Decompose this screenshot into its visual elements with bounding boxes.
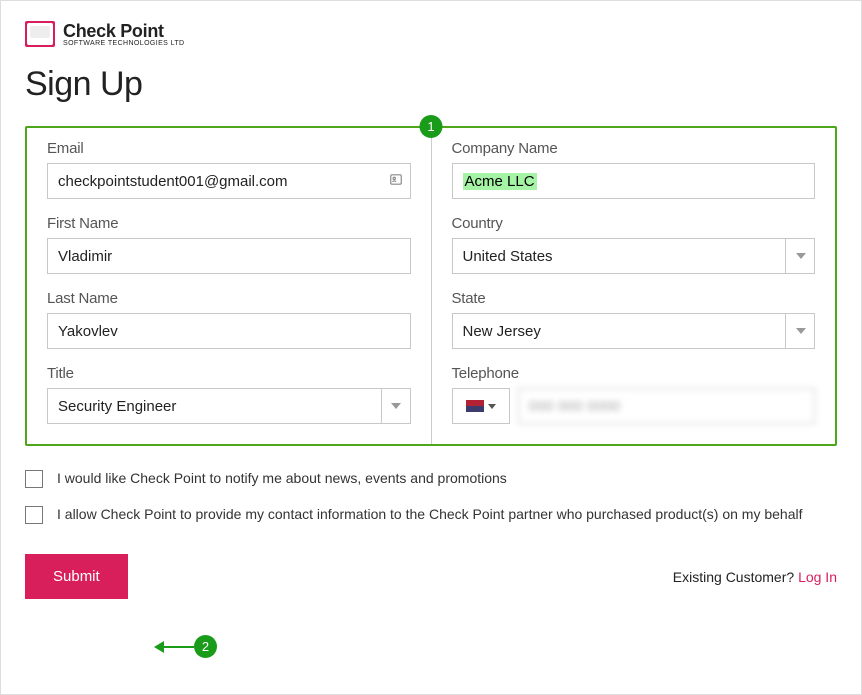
- partner-checkbox-label: I allow Check Point to provide my contac…: [57, 506, 803, 522]
- country-select-value: United States: [463, 248, 553, 265]
- existing-customer-text: Existing Customer? Log In: [673, 569, 837, 585]
- state-select[interactable]: New Jersey: [452, 313, 816, 349]
- last-name-field[interactable]: [47, 313, 411, 349]
- partner-checkbox[interactable]: [25, 506, 43, 524]
- contact-card-icon: [389, 173, 403, 190]
- email-label: Email: [47, 140, 411, 157]
- notify-checkbox-label: I would like Check Point to notify me ab…: [57, 470, 507, 486]
- company-field[interactable]: Acme LLC: [452, 163, 816, 199]
- state-label: State: [452, 290, 816, 307]
- logo: Check Point SOFTWARE TECHNOLOGIES LTD: [25, 21, 837, 47]
- title-select[interactable]: Security Engineer: [47, 388, 411, 424]
- chevron-down-icon: [785, 313, 815, 349]
- notify-checkbox[interactable]: [25, 470, 43, 488]
- page-title: Sign Up: [25, 65, 837, 104]
- title-label: Title: [47, 365, 411, 382]
- company-value-highlighted: Acme LLC: [463, 173, 537, 190]
- state-select-value: New Jersey: [463, 323, 541, 340]
- telephone-field[interactable]: 000 000 0000: [518, 388, 816, 424]
- email-field[interactable]: [47, 163, 411, 199]
- chevron-down-icon: [488, 404, 496, 409]
- annotation-badge-2: 2: [194, 635, 217, 658]
- submit-button[interactable]: Submit: [25, 554, 128, 599]
- logo-main-text: Check Point: [63, 22, 185, 40]
- title-select-value: Security Engineer: [58, 398, 176, 415]
- logo-sub-text: SOFTWARE TECHNOLOGIES LTD: [63, 40, 185, 47]
- logo-mark-icon: [25, 21, 55, 47]
- us-flag-icon: [466, 400, 484, 412]
- first-name-field[interactable]: [47, 238, 411, 274]
- first-name-label: First Name: [47, 215, 411, 232]
- telephone-label: Telephone: [452, 365, 816, 382]
- annotation-badge-1: 1: [420, 115, 443, 138]
- chevron-down-icon: [381, 388, 411, 424]
- login-link[interactable]: Log In: [798, 569, 837, 585]
- company-label: Company Name: [452, 140, 816, 157]
- country-select[interactable]: United States: [452, 238, 816, 274]
- chevron-down-icon: [785, 238, 815, 274]
- telephone-country-select[interactable]: [452, 388, 510, 424]
- last-name-label: Last Name: [47, 290, 411, 307]
- signup-form-box: 1 Email First Name Last Name Ti: [25, 126, 837, 446]
- annotation-arrow-2: 2: [156, 635, 217, 658]
- country-label: Country: [452, 215, 816, 232]
